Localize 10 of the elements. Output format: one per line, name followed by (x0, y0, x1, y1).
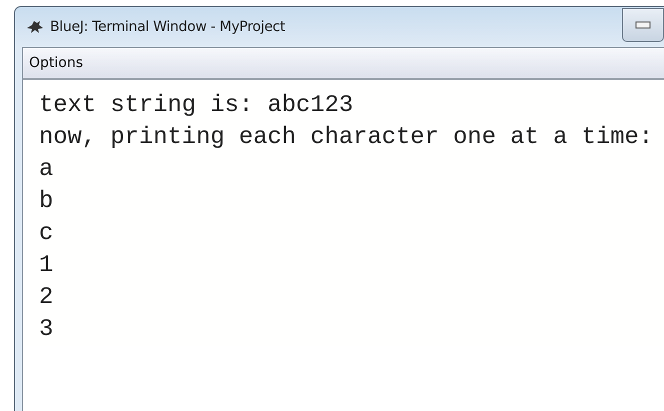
output-line: 3 (39, 315, 54, 345)
output-line: 1 (39, 251, 54, 281)
output-line: now, printing each character one at a time: (39, 123, 654, 153)
menu-item[interactable]: Options (27, 53, 86, 73)
output-line: text string is: abc123 (39, 91, 354, 121)
output-line: c (39, 219, 54, 249)
output-line: a (39, 155, 54, 185)
output-line: 2 (39, 283, 54, 313)
window-title: BlueJ: Terminal Window - MyProject (50, 19, 286, 35)
output-line: b (39, 187, 54, 217)
